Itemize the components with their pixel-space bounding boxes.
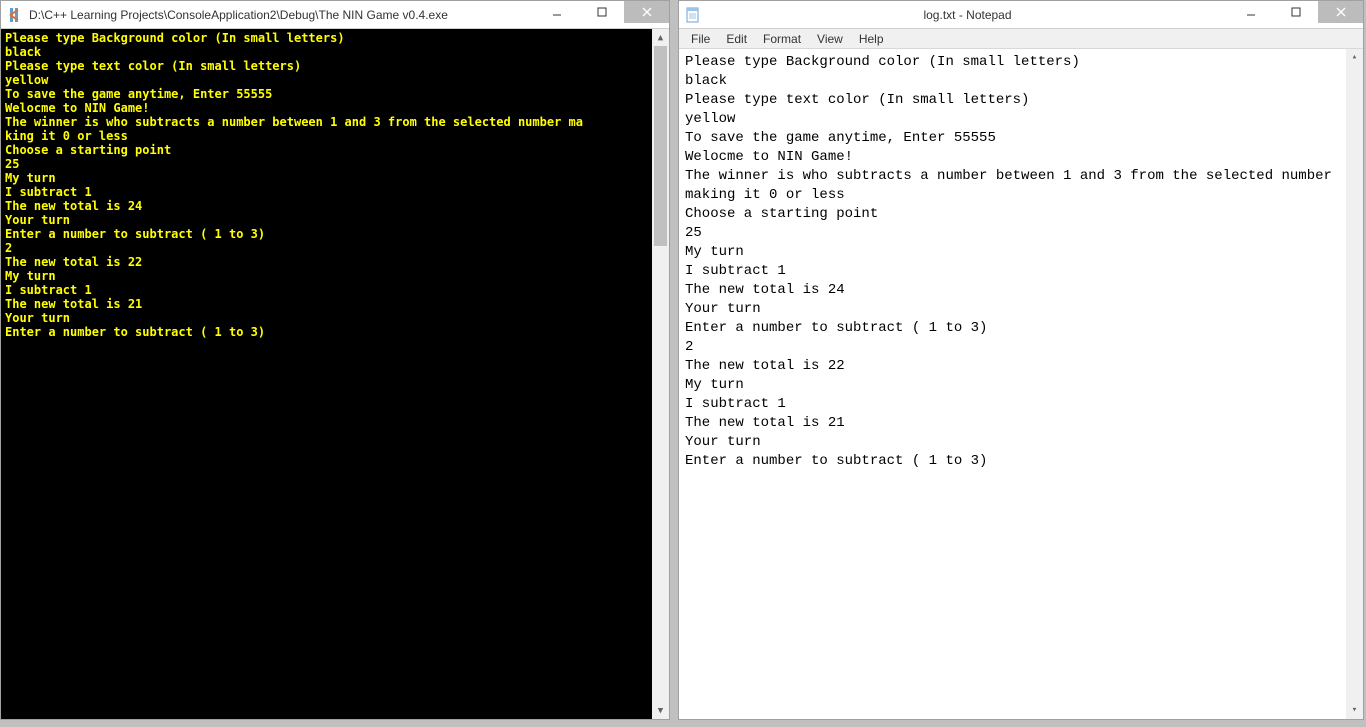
menu-format[interactable]: Format <box>755 30 809 48</box>
notepad-line: Enter a number to subtract ( 1 to 3) <box>685 452 1357 471</box>
close-button[interactable] <box>1318 1 1363 23</box>
notepad-line: I subtract 1 <box>685 262 1357 281</box>
maximize-button[interactable] <box>1273 1 1318 23</box>
notepad-line: My turn <box>685 243 1357 262</box>
console-line: I subtract 1 <box>5 283 665 297</box>
scroll-up-icon[interactable]: ▲ <box>652 29 669 46</box>
notepad-line: Please type Background color (In small l… <box>685 53 1357 72</box>
maximize-button[interactable] <box>579 1 624 23</box>
menu-help[interactable]: Help <box>851 30 892 48</box>
notepad-titlebar[interactable]: log.txt - Notepad <box>679 1 1363 29</box>
notepad-line: 25 <box>685 224 1357 243</box>
console-window-controls <box>534 1 669 28</box>
scroll-thumb[interactable] <box>654 46 667 246</box>
notepad-line: The new total is 24 <box>685 281 1357 300</box>
console-line: The new total is 24 <box>5 199 665 213</box>
console-line: king it 0 or less <box>5 129 665 143</box>
console-line: 2 <box>5 241 665 255</box>
console-line: Welocme to NIN Game! <box>5 101 665 115</box>
notepad-line: Welocme to NIN Game! <box>685 148 1357 167</box>
scroll-up-icon[interactable]: ▴ <box>1346 49 1363 66</box>
scroll-down-icon[interactable]: ▼ <box>652 702 669 719</box>
console-line: black <box>5 45 665 59</box>
console-scrollbar[interactable]: ▲ ▼ <box>652 29 669 719</box>
scroll-down-icon[interactable]: ▾ <box>1346 702 1363 719</box>
console-line: Choose a starting point <box>5 143 665 157</box>
notepad-line: The new total is 21 <box>685 414 1357 433</box>
console-line: Enter a number to subtract ( 1 to 3) <box>5 227 665 241</box>
console-line: The new total is 21 <box>5 297 665 311</box>
console-line: My turn <box>5 171 665 185</box>
notepad-line: I subtract 1 <box>685 395 1357 414</box>
notepad-line: 2 <box>685 338 1357 357</box>
notepad-line: Your turn <box>685 300 1357 319</box>
notepad-line: Your turn <box>685 433 1357 452</box>
menu-edit[interactable]: Edit <box>718 30 755 48</box>
notepad-app-icon <box>685 7 701 23</box>
console-line: Please type text color (In small letters… <box>5 59 665 73</box>
console-window: D:\C++ Learning Projects\ConsoleApplicat… <box>0 0 670 720</box>
console-window-title: D:\C++ Learning Projects\ConsoleApplicat… <box>29 8 448 22</box>
notepad-text-area[interactable]: Please type Background color (In small l… <box>679 49 1363 719</box>
notepad-line: yellow <box>685 110 1357 129</box>
notepad-line: The new total is 22 <box>685 357 1357 376</box>
console-line: To save the game anytime, Enter 55555 <box>5 87 665 101</box>
console-titlebar[interactable]: D:\C++ Learning Projects\ConsoleApplicat… <box>1 1 669 29</box>
minimize-button[interactable] <box>534 1 579 23</box>
notepad-line: My turn <box>685 376 1357 395</box>
console-line: My turn <box>5 269 665 283</box>
console-line: The new total is 22 <box>5 255 665 269</box>
notepad-window: log.txt - Notepad File Edit Format View … <box>678 0 1364 720</box>
notepad-scrollbar[interactable]: ▴ ▾ <box>1346 49 1363 719</box>
console-output[interactable]: Please type Background color (In small l… <box>1 29 669 719</box>
menu-view[interactable]: View <box>809 30 851 48</box>
console-line: Your turn <box>5 311 665 325</box>
console-app-icon <box>7 7 23 23</box>
console-line: Your turn <box>5 213 665 227</box>
scroll-track[interactable] <box>652 46 669 702</box>
console-line: I subtract 1 <box>5 185 665 199</box>
menu-file[interactable]: File <box>683 30 718 48</box>
notepad-line: To save the game anytime, Enter 55555 <box>685 129 1357 148</box>
notepad-menubar: File Edit Format View Help <box>679 29 1363 49</box>
notepad-line: The winner is who subtracts a number bet… <box>685 167 1357 205</box>
console-line: Enter a number to subtract ( 1 to 3) <box>5 325 665 339</box>
notepad-line: Enter a number to subtract ( 1 to 3) <box>685 319 1357 338</box>
console-line: The winner is who subtracts a number bet… <box>5 115 665 129</box>
console-line: yellow <box>5 73 665 87</box>
console-line: 25 <box>5 157 665 171</box>
minimize-button[interactable] <box>1228 1 1273 23</box>
notepad-window-controls <box>1228 1 1363 28</box>
titlebar-left: D:\C++ Learning Projects\ConsoleApplicat… <box>1 7 534 23</box>
notepad-line: black <box>685 72 1357 91</box>
scroll-track[interactable] <box>1346 66 1363 702</box>
notepad-line: Choose a starting point <box>685 205 1357 224</box>
console-line: Please type Background color (In small l… <box>5 31 665 45</box>
notepad-window-title: log.txt - Notepad <box>707 8 1228 22</box>
close-button[interactable] <box>624 1 669 23</box>
notepad-line: Please type text color (In small letters… <box>685 91 1357 110</box>
